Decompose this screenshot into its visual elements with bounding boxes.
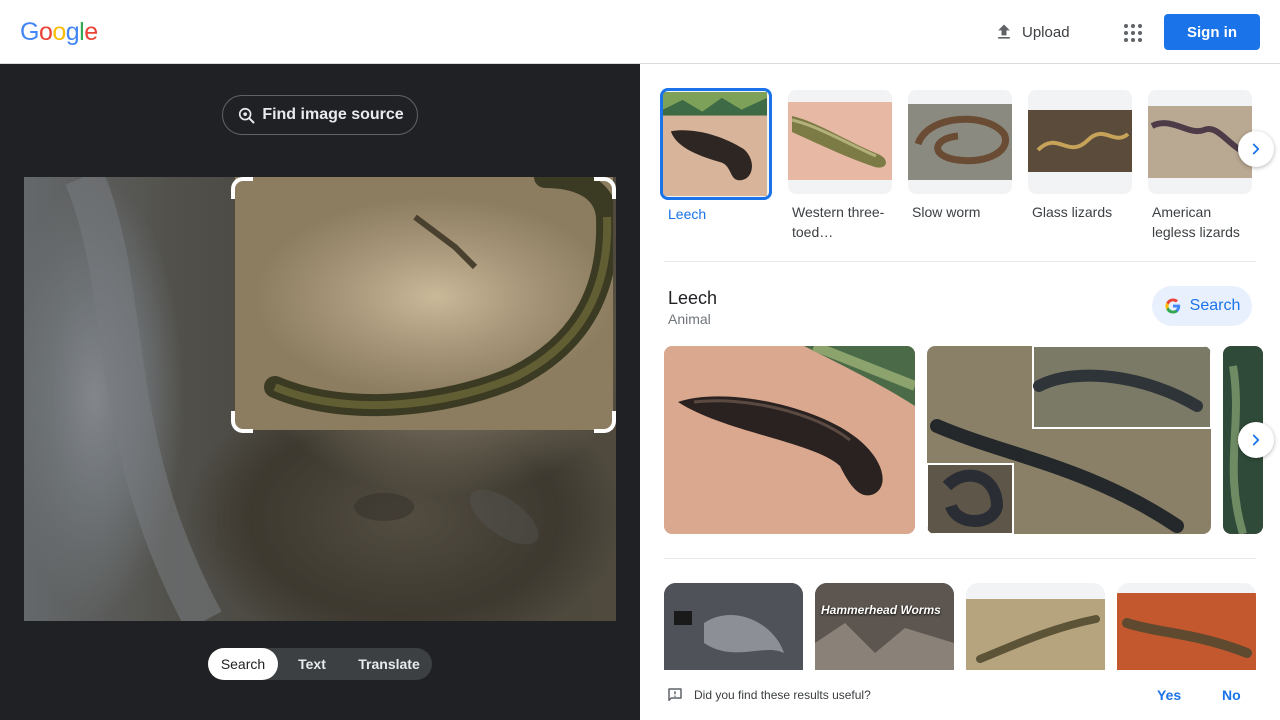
entity-title: Leech — [668, 288, 718, 308]
result-card[interactable] — [664, 583, 803, 683]
google-logo[interactable]: Google — [20, 18, 98, 47]
section-divider — [664, 558, 1256, 559]
worm-photo — [264, 177, 613, 417]
upload-button[interactable]: Upload — [986, 14, 1078, 50]
results-panel: Leech Western three-toed… Slow worm Glas… — [640, 64, 1280, 720]
feedback-yes-button[interactable]: Yes — [1157, 687, 1181, 703]
sign-in-button[interactable]: Sign in — [1164, 14, 1260, 50]
entity-subtitle: Animal — [668, 311, 711, 327]
entity-search-label: Search — [1189, 297, 1241, 314]
logo-letter: e — [84, 18, 98, 46]
uploaded-image[interactable] — [24, 177, 616, 621]
result-card[interactable] — [1117, 583, 1256, 683]
find-image-source-button[interactable]: Find image source — [222, 95, 418, 135]
lens-search-icon — [239, 107, 255, 124]
lens-image-panel: Find image source Search Text Translate — [0, 64, 640, 720]
entity-search-button[interactable]: Search — [1152, 286, 1252, 326]
apps-grid-icon[interactable] — [1116, 16, 1148, 48]
visual-match-chip[interactable]: Glass lizards — [1028, 90, 1132, 222]
entity-image[interactable] — [664, 346, 915, 534]
result-card-overlay: Hammerhead Worms — [821, 603, 941, 617]
chip-thumbnail — [1028, 90, 1132, 194]
chip-label: Leech — [668, 206, 707, 222]
logo-letter: o — [38, 18, 53, 46]
tab-translate[interactable]: Translate — [346, 648, 432, 680]
google-g-icon — [1165, 298, 1180, 314]
visual-match-chip[interactable]: Western three-toed… — [788, 90, 892, 242]
chip-label: Slow worm — [912, 204, 981, 220]
visual-match-chip[interactable]: Leech — [660, 88, 772, 224]
chip-thumbnail — [788, 90, 892, 194]
visual-match-chip[interactable]: Slow worm — [908, 90, 1012, 222]
top-bar: Google Upload Sign in — [0, 0, 1280, 64]
chevron-right-icon — [1252, 434, 1260, 446]
feedback-no-button[interactable]: No — [1222, 687, 1241, 703]
feedback-icon — [668, 688, 682, 701]
crop-selection[interactable] — [235, 177, 613, 430]
chip-thumbnail — [1148, 90, 1252, 194]
result-card[interactable]: Hammerhead Worms — [815, 583, 954, 683]
lens-mode-tabs: Search Text Translate — [208, 648, 432, 680]
chevron-right-icon — [1252, 143, 1260, 155]
chip-label: Western three-toed… — [792, 204, 885, 240]
section-divider — [664, 261, 1256, 262]
find-image-source-label: Find image source — [262, 106, 404, 123]
entity-image[interactable] — [927, 346, 1211, 534]
chip-label: Glass lizards — [1032, 204, 1113, 220]
chip-thumbnail — [908, 90, 1012, 194]
chip-label: American legless lizards — [1152, 204, 1240, 240]
result-card[interactable] — [966, 583, 1105, 683]
logo-letter: G — [20, 18, 39, 46]
upload-icon — [998, 24, 1010, 39]
visual-matches-row: Leech Western three-toed… Slow worm Glas… — [660, 88, 1264, 250]
visual-matches-next-button[interactable] — [1238, 131, 1274, 167]
feedback-question: Did you find these results useful? — [694, 688, 871, 702]
chip-thumbnail — [660, 88, 772, 200]
crop-handle-top-left[interactable] — [231, 177, 253, 199]
crop-handle-bottom-left[interactable] — [231, 411, 253, 433]
visual-match-chip[interactable]: American legless lizards — [1148, 90, 1252, 242]
tab-text[interactable]: Text — [278, 648, 346, 680]
logo-letter: g — [65, 18, 80, 46]
tab-search[interactable]: Search — [208, 648, 278, 680]
upload-label: Upload — [1022, 23, 1070, 41]
feedback-bar: Did you find these results useful? Yes N… — [640, 670, 1280, 720]
entity-images-next-button[interactable] — [1238, 422, 1274, 458]
logo-letter: o — [52, 18, 66, 46]
crop-handle-top-right[interactable] — [594, 177, 616, 199]
